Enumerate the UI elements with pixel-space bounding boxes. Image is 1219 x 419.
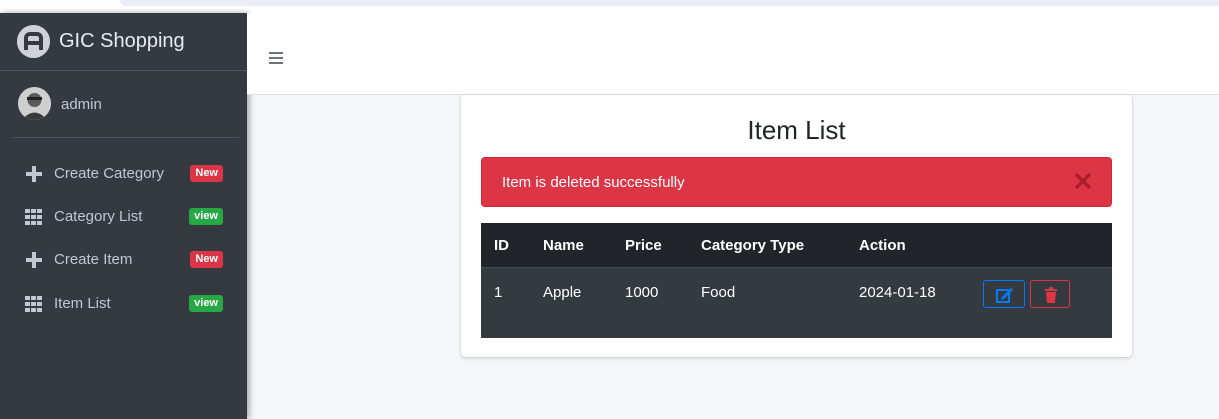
browser-address-area [120,0,1219,6]
cell-name: Apple [543,284,582,301]
brand-logo-icon [17,25,50,58]
grid-icon [25,209,42,225]
item-list-card: Item List Item is deleted successfully I… [461,95,1132,357]
brand-link[interactable]: GIC Shopping [0,13,247,71]
sidebar-item-label: Create Item [54,251,133,268]
sidebar-item-create-item[interactable]: Create Item New [8,240,239,280]
delete-success-alert: Item is deleted successfully [481,157,1112,207]
plus-icon [26,252,42,268]
user-name: admin [61,96,102,113]
brand-name: GIC Shopping [59,30,185,52]
sidebar-item-create-category[interactable]: Create Category New [8,154,239,194]
new-badge: New [190,165,223,182]
row-divider [481,267,1112,268]
trash-icon [1045,287,1057,303]
user-avatar [18,87,51,120]
sidebar: GIC Shopping admin Create Category New C… [0,13,247,419]
sidebar-item-category-list[interactable]: Category List view [8,197,239,237]
page-title: Item List [747,115,846,145]
cell-price: 1000 [625,284,659,301]
plus-icon [26,166,42,182]
cell-id: 1 [494,284,503,301]
column-header-price: Price [625,237,662,254]
sidebar-item-label: Category List [54,208,143,225]
user-panel[interactable]: admin [12,70,239,138]
sidebar-item-label: Item List [54,295,111,312]
alert-message: Item is deleted successfully [502,174,685,191]
edit-button[interactable] [983,280,1025,308]
view-badge: view [189,208,223,225]
column-header-name: Name [543,237,584,254]
edit-icon [996,288,1013,303]
column-header-category-type: Category Type [701,237,805,254]
delete-button[interactable] [1030,280,1070,308]
browser-top-strip [0,0,1219,13]
menu-toggle-icon[interactable] [269,52,285,66]
cell-date: 2024-01-18 [859,284,936,301]
column-header-id: ID [494,237,509,254]
new-badge: New [190,251,223,268]
view-badge: view [189,295,223,312]
item-table: ID Name Price Category Type Action 1 App… [481,223,1112,338]
cell-category-type: Food [701,284,736,301]
sidebar-item-item-list[interactable]: Item List view [8,284,239,324]
grid-icon [25,296,42,312]
sidebar-item-label: Create Category [54,165,165,182]
column-header-action: Action [859,237,906,254]
close-icon[interactable] [1073,171,1093,191]
main-header [247,13,1219,95]
